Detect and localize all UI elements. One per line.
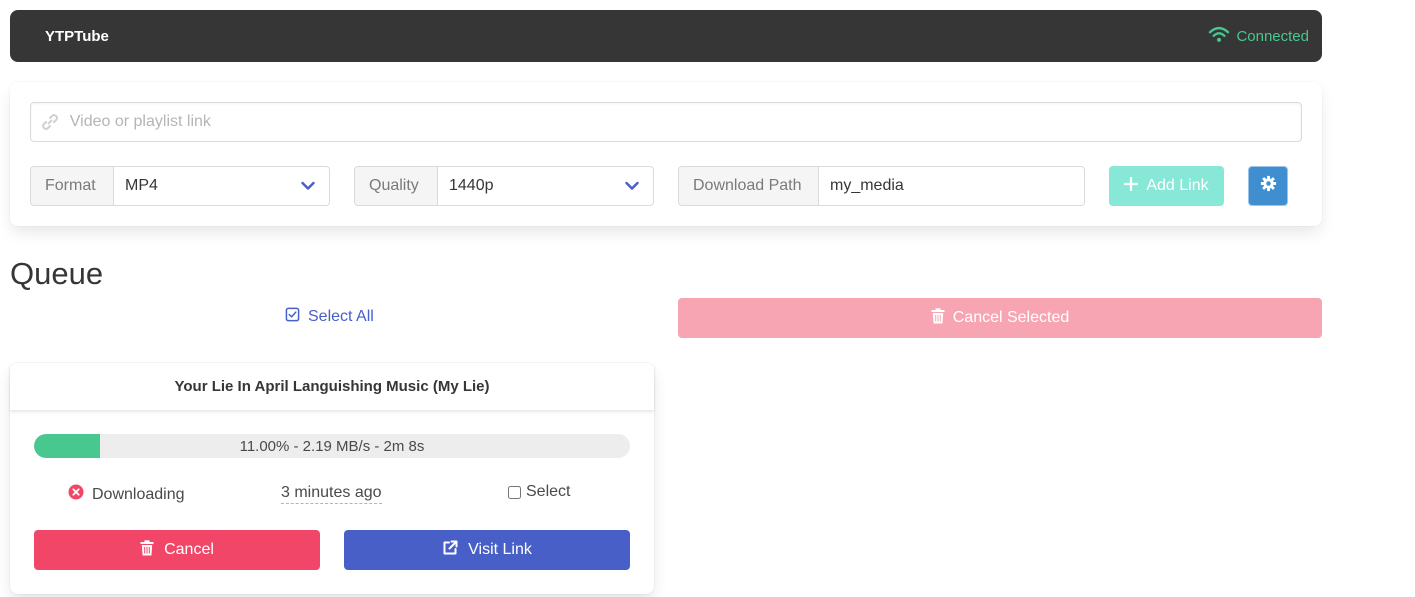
app-title[interactable]: YTPTube: [45, 28, 109, 45]
quality-value: 1440p: [449, 177, 494, 194]
navbar: YTPTube Connected: [10, 10, 1322, 62]
timestamp: 3 minutes ago: [281, 484, 382, 504]
connection-status: Connected: [1208, 25, 1309, 47]
connection-status-label: Connected: [1236, 27, 1309, 45]
cancel-button[interactable]: Cancel: [34, 530, 320, 570]
settings-button[interactable]: [1248, 166, 1288, 206]
add-link-label: Add Link: [1146, 177, 1209, 194]
queue-item-card: Your Lie In April Languishing Music (My …: [10, 363, 654, 594]
url-input[interactable]: [69, 113, 1301, 131]
select-item[interactable]: Select: [508, 483, 570, 501]
format-value: MP4: [125, 177, 158, 194]
download-path-group: Download Path: [678, 166, 1085, 206]
select-checkbox[interactable]: [508, 485, 521, 499]
format-group: Format MP4: [30, 166, 330, 206]
queue-item-title[interactable]: Your Lie In April Languishing Music (My …: [10, 363, 654, 410]
error-circle-icon: [68, 484, 84, 505]
add-download-form: Format MP4 Quality 1440p Download Path A…: [10, 82, 1322, 226]
format-label: Format: [30, 166, 114, 206]
add-link-button[interactable]: Add Link: [1109, 166, 1224, 206]
quality-label: Quality: [354, 166, 438, 206]
visit-link-label: Visit Link: [468, 541, 532, 558]
external-link-icon: [442, 540, 458, 561]
trash-icon: [931, 307, 945, 329]
download-path-input[interactable]: [819, 166, 1085, 206]
status-label: Downloading: [92, 485, 185, 503]
chevron-down-icon: [625, 181, 639, 191]
chevron-down-icon: [301, 181, 315, 191]
status-badge: Downloading: [68, 484, 185, 505]
quality-group: Quality 1440p: [354, 166, 654, 206]
link-icon: [31, 112, 70, 132]
visit-link-button[interactable]: Visit Link: [344, 530, 630, 570]
cancel-selected-button[interactable]: Cancel Selected: [678, 298, 1322, 338]
format-select[interactable]: MP4: [114, 166, 330, 206]
progress-bar: 11.00% - 2.19 MB/s - 2m 8s: [34, 434, 630, 458]
select-all-button[interactable]: Select All: [285, 307, 374, 327]
cancel-selected-label: Cancel Selected: [952, 309, 1070, 326]
gear-icon: [1260, 175, 1277, 197]
select-label: Select: [526, 483, 571, 500]
trash-icon: [140, 539, 154, 561]
check-square-icon: [285, 307, 300, 327]
url-field[interactable]: [30, 102, 1302, 142]
select-all-label: Select All: [308, 308, 374, 325]
cancel-label: Cancel: [164, 541, 214, 558]
download-path-label: Download Path: [678, 166, 819, 206]
progress-text: 11.00% - 2.19 MB/s - 2m 8s: [239, 437, 425, 455]
queue-title: Queue: [10, 256, 104, 291]
wifi-icon: [1208, 25, 1230, 47]
plus-icon: [1124, 176, 1139, 196]
quality-select[interactable]: 1440p: [438, 166, 654, 206]
